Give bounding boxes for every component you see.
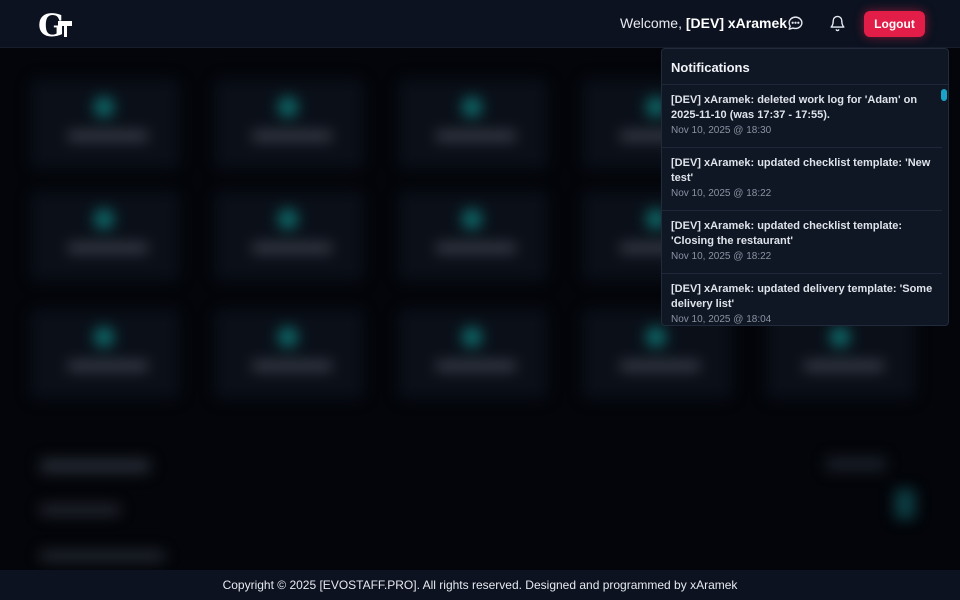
notification-message: [DEV] xAramek: updated checklist templat… — [671, 157, 931, 184]
welcome-text: Welcome, [DEV] xAramek — [620, 15, 788, 31]
dashboard-tile — [30, 191, 180, 281]
dashboard-tile — [398, 191, 548, 281]
dashboard-tile — [30, 309, 180, 399]
blurred-text — [40, 505, 120, 515]
notification-item[interactable]: [DEV] xAramek: deleted work log for 'Ada… — [662, 85, 942, 148]
dashboard-tile — [214, 191, 364, 281]
logout-button[interactable]: Logout — [864, 11, 925, 37]
blurred-button — [826, 457, 886, 471]
notifications-title: Notifications — [662, 49, 948, 85]
notifications-scrollbar[interactable] — [940, 85, 948, 325]
blurred-heading — [40, 459, 150, 473]
dashboard-tile — [214, 79, 364, 169]
notifications-panel: Notifications [DEV] xAramek: deleted wor… — [661, 48, 949, 326]
notifications-list[interactable]: [DEV] xAramek: deleted work log for 'Ada… — [662, 85, 948, 325]
notification-time: Nov 10, 2025 @ 18:22 — [671, 251, 772, 262]
scrollbar-thumb[interactable] — [941, 89, 947, 101]
dashboard-tile — [398, 79, 548, 169]
top-header: G Welcome, [DEV] xAramek Logout — [0, 0, 960, 48]
logo-icon[interactable]: G — [38, 8, 74, 44]
footer: Copyright © 2025 [EVOSTAFF.PRO]. All rig… — [0, 570, 960, 600]
notification-message: [DEV] xAramek: updated checklist templat… — [671, 220, 903, 247]
blurred-accent — [895, 489, 915, 519]
notification-time: Nov 10, 2025 @ 18:22 — [671, 188, 772, 199]
notification-message: [DEV] xAramek: deleted work log for 'Ada… — [671, 94, 918, 121]
blurred-text — [40, 551, 165, 561]
notification-item[interactable]: [DEV] xAramek: updated delivery template… — [662, 274, 942, 325]
dashboard-tile — [398, 309, 548, 399]
notification-time: Nov 10, 2025 @ 18:04 — [671, 314, 772, 325]
notification-message: [DEV] xAramek: updated delivery template… — [671, 283, 933, 310]
notification-item[interactable]: [DEV] xAramek: updated checklist templat… — [662, 148, 942, 211]
notification-time: Nov 10, 2025 @ 18:30 — [671, 125, 772, 136]
chat-bubble-icon[interactable] — [786, 14, 804, 32]
bell-icon[interactable] — [828, 14, 846, 32]
dashboard-tile — [30, 79, 180, 169]
dashboard-tile — [214, 309, 364, 399]
notification-item[interactable]: [DEV] xAramek: updated checklist templat… — [662, 211, 942, 274]
footer-copyright: Copyright © 2025 [EVOSTAFF.PRO]. All rig… — [222, 578, 738, 592]
username: [DEV] xAramek — [685, 15, 788, 31]
